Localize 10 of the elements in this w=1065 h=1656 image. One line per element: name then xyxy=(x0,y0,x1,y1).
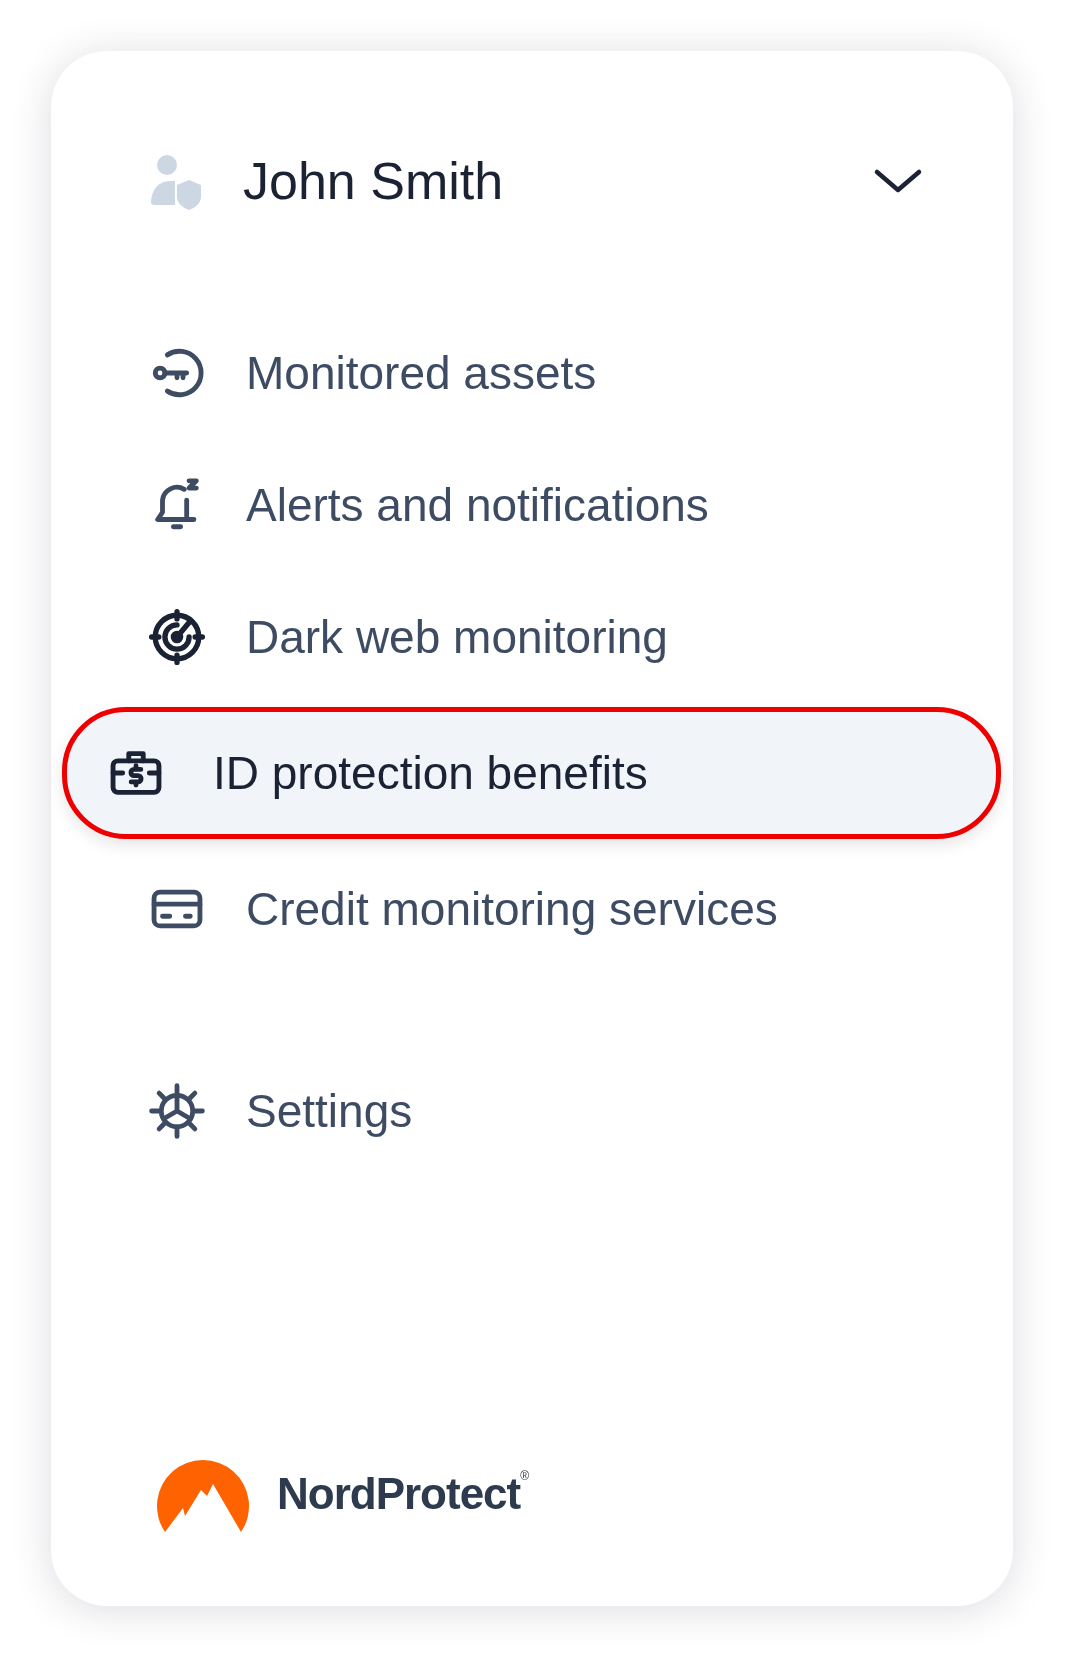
brand-name: NordProtect$^{®}$ xyxy=(277,1469,529,1519)
settings-icon xyxy=(148,1082,206,1140)
target-icon xyxy=(148,608,206,666)
menu-item[interactable]: ID protection benefits xyxy=(62,707,1001,839)
menu-item[interactable]: Settings xyxy=(143,1045,1013,1177)
menu-item[interactable]: Dark web monitoring xyxy=(143,571,1013,703)
user-name: John Smith xyxy=(243,151,505,211)
menu-item[interactable]: Credit monitoring services xyxy=(143,843,1013,975)
menu-item[interactable]: Alerts and notifications xyxy=(143,439,1013,571)
menu-item[interactable]: Monitored assets xyxy=(143,307,1013,439)
